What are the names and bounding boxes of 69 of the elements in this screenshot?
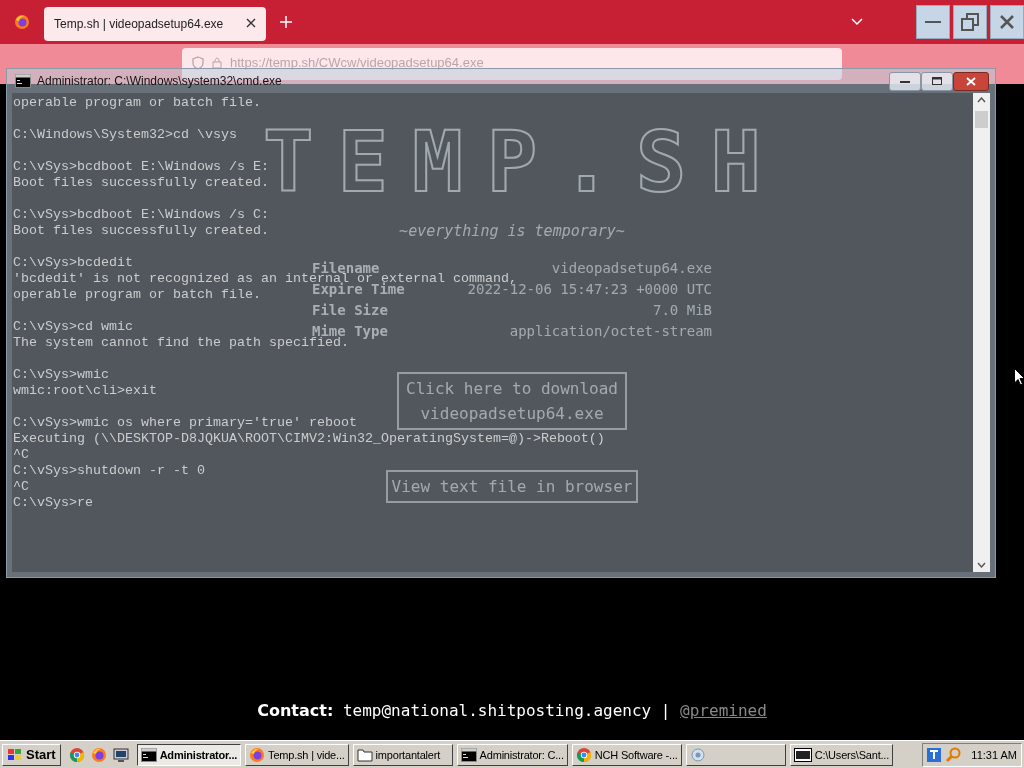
scrollbar[interactable] (973, 93, 990, 572)
console-line: C:\vSys>cd wmic (13, 319, 133, 335)
detail-value: 7.0 MiB (652, 302, 712, 319)
minimize-icon (900, 79, 910, 83)
close-icon (966, 76, 976, 86)
contact-line: Contact: temp@national.shitposting.agency | @premined (257, 701, 767, 720)
detail-value: application/octet-stream (508, 323, 712, 340)
scroll-up-icon[interactable] (977, 97, 986, 103)
taskbar-button[interactable]: importantalert (352, 743, 453, 766)
shield-icon (192, 56, 204, 70)
console-icon (15, 74, 31, 88)
windows-flag-icon (7, 747, 23, 762)
chevron-down-icon[interactable] (851, 18, 863, 26)
app-icon (689, 746, 706, 763)
close-button[interactable] (990, 5, 1024, 39)
taskbar-button[interactable]: Temp.sh | vide... (245, 743, 349, 766)
fox-globe-icon (249, 746, 266, 763)
folder-icon (356, 747, 373, 762)
browser-tab[interactable]: Temp.sh | videopadsetup64.exe (44, 7, 266, 41)
detail-label: File Size (312, 302, 389, 319)
fox-globe-icon[interactable] (90, 746, 107, 763)
console-line: C:\vSys>wmic (13, 367, 109, 383)
close-icon[interactable] (246, 18, 256, 28)
taskbar-button[interactable]: C:\Users\Sant... (789, 743, 894, 766)
console-line: C:\vSys>bcdedit (13, 255, 133, 271)
chrome-ball-icon[interactable] (68, 746, 85, 763)
console-line: The system cannot find the path specified. (13, 335, 349, 351)
console-line: operable program or batch file. (13, 95, 261, 111)
restore-icon (961, 13, 979, 31)
minimize-button[interactable] (916, 5, 950, 39)
mouse-cursor-icon (1014, 368, 1024, 386)
console-line: C:\vSys>bcdboot E:\Windows /s E: (13, 159, 269, 174)
console-line: Boot files successfully created. (13, 175, 269, 190)
console-icon (460, 747, 477, 762)
restore-button[interactable] (953, 5, 987, 39)
console-line: Executing (\\DESKTOP-D8JQKUA\ROOT\CIMV2:Win32_OperatingSystem=@)->Reboot() (13, 431, 605, 447)
scroll-down-icon[interactable] (977, 562, 986, 568)
minimize-icon (925, 21, 941, 23)
detail-label: Expire Time (312, 281, 405, 298)
taskbar-button[interactable] (685, 743, 786, 766)
console-line: operable program or batch file. (13, 287, 261, 303)
console-line: C:\vSys>bcdboot E:\Windows /s C: (13, 207, 269, 223)
console-line: ^C (13, 447, 29, 463)
profile-link[interactable]: @premined (680, 701, 767, 720)
console-line: ^C (13, 479, 29, 495)
chrome-ball-icon (575, 746, 592, 763)
detail-value: videopadsetup64.exe (550, 260, 712, 277)
console-line: wmic:root\cli>exit (13, 383, 157, 399)
console-line: C:\vSys>wmic os where primary='true' reboot (13, 415, 357, 431)
lock-icon (212, 56, 222, 69)
tray-app-icon[interactable] (927, 747, 942, 762)
archive-icon (793, 747, 812, 762)
console-line: C:\vSys>shutdown -r -t 0 (13, 463, 205, 479)
computer-icon[interactable] (112, 746, 129, 763)
scroll-thumb[interactable] (975, 111, 988, 128)
console-icon (140, 747, 157, 762)
plus-icon[interactable] (280, 16, 292, 28)
taskbar-button[interactable]: Administrator: C... (456, 743, 568, 766)
close-icon (999, 14, 1015, 30)
taskbar-button[interactable]: NCH Software -... (571, 743, 682, 766)
console-line: C:\Windows\System32>cd \vsys (13, 127, 237, 143)
tagline: ~everything is temporary~ (399, 222, 625, 240)
clock: 11:31 AM (971, 748, 1017, 761)
maximize-icon (932, 77, 942, 85)
firefox-icon[interactable] (14, 14, 30, 30)
start-button[interactable]: Start (2, 743, 61, 766)
console-line: Boot files successfully created. (13, 223, 269, 239)
taskbar-button[interactable]: Administrator... (136, 743, 242, 766)
console-line: C:\vSys>re (13, 495, 93, 511)
